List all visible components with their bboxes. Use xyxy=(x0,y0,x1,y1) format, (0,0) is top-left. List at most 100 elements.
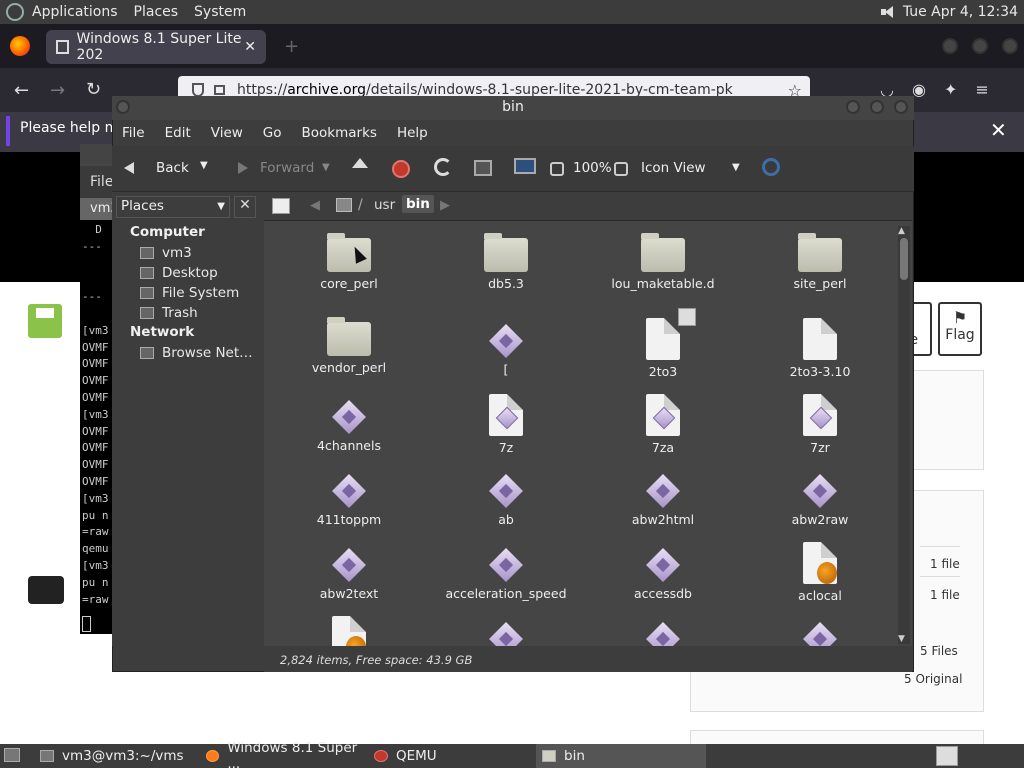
lock-icon[interactable] xyxy=(214,85,225,95)
back-history-dropdown-icon[interactable]: ▼ xyxy=(200,160,208,171)
path-segment-bin[interactable]: bin xyxy=(402,195,434,213)
taskbar-item-firefox[interactable]: Windows 8.1 Super ... xyxy=(200,740,366,768)
new-tab-icon[interactable]: + xyxy=(284,36,299,57)
taskbar-item-qemu[interactable]: QEMU xyxy=(368,744,534,768)
close-tab-icon[interactable]: ✕ xyxy=(244,39,256,55)
search-icon[interactable] xyxy=(762,158,780,176)
minimize-icon[interactable] xyxy=(942,38,958,54)
account-icon[interactable]: ◉ xyxy=(912,80,926,99)
hamburger-menu-icon[interactable]: ≡ xyxy=(975,80,988,99)
close-window-icon[interactable] xyxy=(1002,38,1018,54)
taskbar-item-file-manager[interactable]: bin xyxy=(536,744,706,768)
file-item[interactable]: aclocal xyxy=(745,542,895,603)
file-item[interactable]: core_perl xyxy=(274,233,424,291)
maximize-icon[interactable] xyxy=(972,38,988,54)
zoom-in-icon[interactable] xyxy=(614,162,628,176)
forward-arrow-icon[interactable] xyxy=(230,158,250,178)
menu-bookmarks[interactable]: Bookmarks xyxy=(292,125,387,141)
sidebar-item-desktop[interactable]: Desktop xyxy=(140,265,218,281)
path-scroll-left-icon[interactable]: ◀ xyxy=(310,198,320,213)
file-item[interactable]: vendor_perl xyxy=(274,317,424,375)
reload-icon[interactable]: ↻ xyxy=(86,79,101,100)
path-segment-usr[interactable]: usr xyxy=(370,196,399,214)
zoom-level[interactable]: 100% xyxy=(573,160,612,176)
sidebar-item-browse-network[interactable]: Browse Net… xyxy=(140,345,253,361)
system-menu[interactable]: System xyxy=(186,4,254,20)
file-item[interactable]: abw2html xyxy=(588,468,738,527)
root-drive-icon[interactable] xyxy=(336,198,352,212)
file-item[interactable]: 4channels xyxy=(274,394,424,453)
file-item-partial[interactable] xyxy=(745,616,895,646)
computer-icon[interactable] xyxy=(514,158,536,174)
file-item[interactable]: ab xyxy=(431,468,581,527)
minimize-icon[interactable] xyxy=(846,100,860,114)
show-desktop-icon[interactable] xyxy=(4,748,20,762)
forward-history-dropdown-icon[interactable]: ▼ xyxy=(322,162,330,173)
file-item[interactable]: abw2raw xyxy=(745,468,895,527)
sidebar-item-trash[interactable]: Trash xyxy=(140,305,198,321)
file-item[interactable]: 7z xyxy=(431,394,581,455)
extensions-icon[interactable]: ✦ xyxy=(944,80,957,99)
file-item[interactable]: accessdb xyxy=(588,542,738,601)
file-item[interactable]: 2to3 xyxy=(588,318,738,379)
close-sidebar-icon[interactable]: ✕ xyxy=(234,196,256,218)
up-arrow-icon[interactable] xyxy=(350,158,370,178)
path-scroll-right-icon[interactable]: ▶ xyxy=(440,198,450,213)
menu-edit[interactable]: Edit xyxy=(155,125,201,141)
file-item[interactable]: 2to3-3.10 xyxy=(745,318,895,379)
back-button[interactable]: Back xyxy=(156,160,189,176)
close-window-icon[interactable] xyxy=(894,100,908,114)
distro-logo-icon[interactable] xyxy=(6,3,24,21)
download-option-count[interactable]: 1 file xyxy=(930,588,960,602)
file-item-partial[interactable] xyxy=(588,616,738,646)
download-option-count[interactable]: 1 file xyxy=(930,557,960,571)
scroll-down-icon[interactable]: ▼ xyxy=(898,634,905,644)
file-item[interactable]: db5.3 xyxy=(431,233,581,291)
volume-icon[interactable] xyxy=(880,5,895,19)
shield-icon[interactable] xyxy=(192,83,204,97)
window-menu-icon[interactable] xyxy=(116,100,130,114)
file-item-partial[interactable] xyxy=(431,616,581,646)
file-item[interactable]: lou_maketable.d xyxy=(588,233,738,291)
menu-help[interactable]: Help xyxy=(387,125,438,141)
reload-icon[interactable] xyxy=(434,158,452,176)
menu-view[interactable]: View xyxy=(201,125,253,141)
file-item[interactable]: site_perl xyxy=(745,233,895,291)
save-icon[interactable] xyxy=(28,304,62,338)
chat-icon[interactable] xyxy=(28,576,64,604)
file-item[interactable]: acceleration_speed xyxy=(431,542,581,601)
forward-arrow-icon[interactable]: → xyxy=(50,80,65,101)
file-item[interactable]: abw2text xyxy=(274,542,424,601)
home-icon[interactable] xyxy=(474,160,492,176)
file-item[interactable]: [ xyxy=(431,318,581,377)
file-item[interactable]: 7zr xyxy=(745,394,895,455)
file-item[interactable]: 411toppm xyxy=(274,468,424,527)
taskbar-item-terminal[interactable]: vm3@vm3:~/vms xyxy=(34,744,200,768)
maximize-icon[interactable] xyxy=(870,100,884,114)
back-arrow-icon[interactable]: ← xyxy=(14,80,29,101)
back-arrow-icon[interactable] xyxy=(124,158,144,178)
menu-go[interactable]: Go xyxy=(253,125,292,141)
applications-menu[interactable]: Applications xyxy=(24,4,126,20)
view-mode-select[interactable]: Icon View xyxy=(641,160,706,176)
scrollbar-thumb[interactable] xyxy=(900,238,908,280)
sidebar-item-home[interactable]: vm3 xyxy=(140,245,192,261)
original-count[interactable]: 5 Original xyxy=(904,672,962,686)
browser-tab[interactable]: Windows 8.1 Super Lite 202 ✕ xyxy=(46,30,266,64)
stop-icon[interactable] xyxy=(392,160,410,178)
scroll-up-icon[interactable]: ▲ xyxy=(898,226,905,236)
file-item-partial[interactable] xyxy=(274,616,424,646)
places-menu[interactable]: Places xyxy=(126,4,187,20)
menu-file[interactable]: File xyxy=(112,125,155,141)
view-mode-dropdown-icon[interactable]: ▼ xyxy=(732,162,740,173)
sidebar-item-file-system[interactable]: File System xyxy=(140,285,239,301)
toggle-location-entry-icon[interactable] xyxy=(272,198,290,214)
zoom-out-icon[interactable] xyxy=(550,162,564,176)
file-item[interactable]: 7za xyxy=(588,394,738,455)
forward-button[interactable]: Forward xyxy=(260,160,314,176)
close-notification-icon[interactable]: ✕ xyxy=(990,118,1007,142)
clock[interactable]: Tue Apr 4, 12:34 xyxy=(903,4,1018,20)
workspace-switcher[interactable] xyxy=(936,746,958,766)
sidebar-places-select[interactable]: Places ▼ xyxy=(116,196,230,218)
vertical-scrollbar[interactable] xyxy=(898,226,910,644)
